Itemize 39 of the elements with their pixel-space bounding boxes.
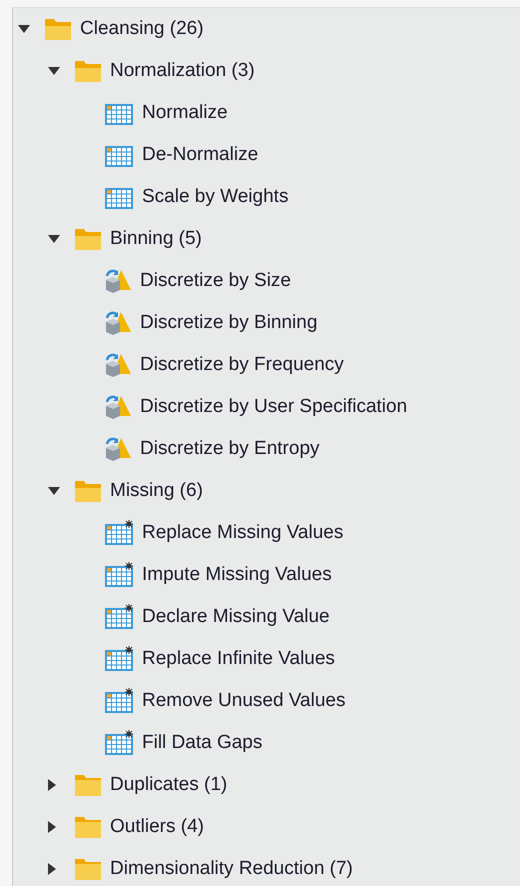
folder-label[interactable]: Cleansing (26) <box>80 18 204 40</box>
folder-icon <box>74 815 102 839</box>
table-asterisk-icon <box>104 730 134 756</box>
table-asterisk-icon <box>104 520 134 546</box>
cube-cone-icon <box>104 268 132 294</box>
operator-label[interactable]: Discretize by User Specification <box>140 396 408 418</box>
folder-label[interactable]: Normalization (3) <box>110 60 255 82</box>
folder-icon <box>74 227 102 251</box>
folder-icon <box>74 59 102 83</box>
folder-label[interactable]: Missing (6) <box>110 480 203 502</box>
cube-cone-icon <box>104 394 132 420</box>
folder-icon <box>74 773 102 797</box>
folder-label[interactable]: Binning (5) <box>110 228 202 250</box>
folder-label[interactable]: Outliers (4) <box>110 816 204 838</box>
operator-label[interactable]: Replace Infinite Values <box>142 648 335 670</box>
operator-label[interactable]: Discretize by Frequency <box>140 354 344 376</box>
cube-cone-icon <box>104 352 132 378</box>
folder-label[interactable]: Dimensionality Reduction (7) <box>110 858 353 880</box>
folder-label[interactable]: Duplicates (1) <box>110 774 228 796</box>
cube-cone-icon <box>104 436 132 462</box>
cube-cone-icon <box>104 310 132 336</box>
operator-label[interactable]: Fill Data Gaps <box>142 732 262 754</box>
operator-label[interactable]: Declare Missing Value <box>142 606 330 628</box>
table-asterisk-icon <box>104 562 134 588</box>
operator-label[interactable]: Discretize by Binning <box>140 312 318 334</box>
operator-label[interactable]: Discretize by Size <box>140 270 291 292</box>
table-asterisk-icon <box>104 688 134 714</box>
folder-icon <box>44 17 72 41</box>
operator-label[interactable]: Scale by Weights <box>142 186 288 208</box>
operator-label[interactable]: De-Normalize <box>142 144 258 166</box>
operator-label[interactable]: Remove Unused Values <box>142 690 346 712</box>
operator-label[interactable]: Normalize <box>142 102 228 124</box>
table-asterisk-icon <box>104 646 134 672</box>
table-asterisk-icon <box>104 604 134 630</box>
folder-icon <box>74 857 102 881</box>
operator-label[interactable]: Impute Missing Values <box>142 564 332 586</box>
operator-label[interactable]: Discretize by Entropy <box>140 438 320 460</box>
folder-icon <box>74 479 102 503</box>
operator-label[interactable]: Replace Missing Values <box>142 522 344 544</box>
